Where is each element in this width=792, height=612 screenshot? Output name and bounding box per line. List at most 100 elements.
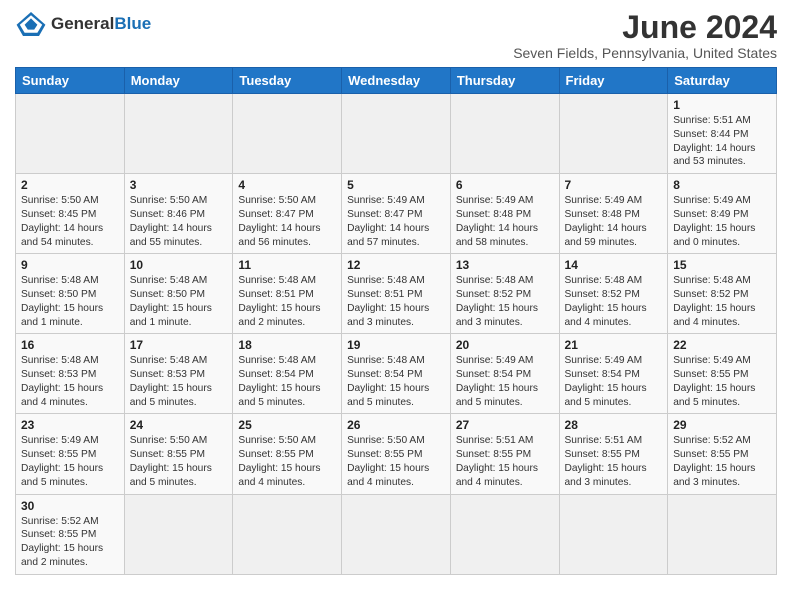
day-number: 29 <box>673 418 771 432</box>
header-sunday: Sunday <box>16 68 125 94</box>
day-info: Sunrise: 5:50 AM Sunset: 8:45 PM Dayligh… <box>21 194 119 249</box>
day-info: Sunrise: 5:48 AM Sunset: 8:50 PM Dayligh… <box>21 274 119 329</box>
location-subtitle: Seven Fields, Pennsylvania, United State… <box>513 45 777 61</box>
calendar-table: SundayMondayTuesdayWednesdayThursdayFrid… <box>15 67 777 574</box>
calendar-week-row: 16Sunrise: 5:48 AM Sunset: 8:53 PM Dayli… <box>16 334 777 414</box>
header-thursday: Thursday <box>450 68 559 94</box>
calendar-cell <box>124 494 233 574</box>
day-info: Sunrise: 5:48 AM Sunset: 8:52 PM Dayligh… <box>565 274 663 329</box>
day-number: 6 <box>456 178 554 192</box>
calendar-cell <box>16 94 125 174</box>
calendar-cell: 14 Sunrise: 5:48 AM Sunset: 8:52 PM Dayli… <box>559 254 668 334</box>
calendar-cell: 21 Sunrise: 5:49 AM Sunset: 8:54 PM Dayli… <box>559 334 668 414</box>
day-number: 10 <box>130 258 228 272</box>
day-info: Sunrise: 5:50 AM Sunset: 8:46 PM Dayligh… <box>130 194 228 249</box>
day-info: Sunrise: 5:49 AM Sunset: 8:55 PM Dayligh… <box>21 434 119 489</box>
day-number: 22 <box>673 338 771 352</box>
calendar-cell: 1 Sunrise: 5:51 AM Sunset: 8:44 PM Daylig… <box>668 94 777 174</box>
calendar-cell: 19Sunrise: 5:48 AM Sunset: 8:54 PM Dayli… <box>342 334 451 414</box>
day-info: Sunrise: 5:48 AM Sunset: 8:54 PM Dayligh… <box>347 354 445 409</box>
day-number: 11 <box>238 258 336 272</box>
calendar-cell: 10 Sunrise: 5:48 AM Sunset: 8:50 PM Dayli… <box>124 254 233 334</box>
calendar-cell: 23 Sunrise: 5:49 AM Sunset: 8:55 PM Dayli… <box>16 414 125 494</box>
calendar-week-row: 30Sunrise: 5:52 AM Sunset: 8:55 PM Dayli… <box>16 494 777 574</box>
calendar-cell: 12 Sunrise: 5:48 AM Sunset: 8:51 PM Dayli… <box>342 254 451 334</box>
day-number: 7 <box>565 178 663 192</box>
logo: GeneralBlue <box>15 10 151 38</box>
day-number: 18 <box>238 338 336 352</box>
day-info: Sunrise: 5:49 AM Sunset: 8:54 PM Dayligh… <box>565 354 663 409</box>
header-saturday: Saturday <box>668 68 777 94</box>
day-info: Sunrise: 5:49 AM Sunset: 8:49 PM Dayligh… <box>673 194 771 249</box>
calendar-cell <box>124 94 233 174</box>
month-year-title: June 2024 <box>513 10 777 45</box>
day-info: Sunrise: 5:52 AM Sunset: 8:55 PM Dayligh… <box>673 434 771 489</box>
calendar-cell: 6Sunrise: 5:49 AM Sunset: 8:48 PM Daylig… <box>450 174 559 254</box>
day-number: 9 <box>21 258 119 272</box>
day-info: Sunrise: 5:48 AM Sunset: 8:50 PM Dayligh… <box>130 274 228 329</box>
day-number: 21 <box>565 338 663 352</box>
day-number: 23 <box>21 418 119 432</box>
calendar-cell: 15Sunrise: 5:48 AM Sunset: 8:52 PM Dayli… <box>668 254 777 334</box>
day-number: 24 <box>130 418 228 432</box>
calendar-cell <box>559 494 668 574</box>
calendar-cell: 9 Sunrise: 5:48 AM Sunset: 8:50 PM Daylig… <box>16 254 125 334</box>
day-info: Sunrise: 5:51 AM Sunset: 8:44 PM Dayligh… <box>673 114 771 169</box>
calendar-cell <box>668 494 777 574</box>
calendar-cell: 18 Sunrise: 5:48 AM Sunset: 8:54 PM Dayli… <box>233 334 342 414</box>
calendar-cell: 20Sunrise: 5:49 AM Sunset: 8:54 PM Dayli… <box>450 334 559 414</box>
day-number: 17 <box>130 338 228 352</box>
calendar-cell: 7 Sunrise: 5:49 AM Sunset: 8:48 PM Daylig… <box>559 174 668 254</box>
calendar-cell: 13Sunrise: 5:48 AM Sunset: 8:52 PM Dayli… <box>450 254 559 334</box>
calendar-cell: 5Sunrise: 5:49 AM Sunset: 8:47 PM Daylig… <box>342 174 451 254</box>
calendar-cell: 3 Sunrise: 5:50 AM Sunset: 8:46 PM Daylig… <box>124 174 233 254</box>
calendar-cell: 25Sunrise: 5:50 AM Sunset: 8:55 PM Dayli… <box>233 414 342 494</box>
day-info: Sunrise: 5:48 AM Sunset: 8:52 PM Dayligh… <box>456 274 554 329</box>
day-info: Sunrise: 5:49 AM Sunset: 8:48 PM Dayligh… <box>565 194 663 249</box>
calendar-week-row: 23 Sunrise: 5:49 AM Sunset: 8:55 PM Dayli… <box>16 414 777 494</box>
day-number: 4 <box>238 178 336 192</box>
title-block: June 2024 Seven Fields, Pennsylvania, Un… <box>513 10 777 61</box>
calendar-cell <box>342 94 451 174</box>
day-number: 8 <box>673 178 771 192</box>
day-number: 28 <box>565 418 663 432</box>
calendar-cell <box>233 494 342 574</box>
calendar-cell <box>233 94 342 174</box>
day-info: Sunrise: 5:48 AM Sunset: 8:52 PM Dayligh… <box>673 274 771 329</box>
calendar-cell: 26 Sunrise: 5:50 AM Sunset: 8:55 PM Dayli… <box>342 414 451 494</box>
header-wednesday: Wednesday <box>342 68 451 94</box>
day-number: 14 <box>565 258 663 272</box>
calendar-week-row: 2Sunrise: 5:50 AM Sunset: 8:45 PM Daylig… <box>16 174 777 254</box>
day-info: Sunrise: 5:50 AM Sunset: 8:55 PM Dayligh… <box>347 434 445 489</box>
calendar-cell <box>450 94 559 174</box>
day-info: Sunrise: 5:50 AM Sunset: 8:47 PM Dayligh… <box>238 194 336 249</box>
calendar-cell: 28 Sunrise: 5:51 AM Sunset: 8:55 PM Dayli… <box>559 414 668 494</box>
header-monday: Monday <box>124 68 233 94</box>
calendar-cell: 8 Sunrise: 5:49 AM Sunset: 8:49 PM Daylig… <box>668 174 777 254</box>
calendar-cell <box>559 94 668 174</box>
day-number: 26 <box>347 418 445 432</box>
day-info: Sunrise: 5:51 AM Sunset: 8:55 PM Dayligh… <box>456 434 554 489</box>
header-tuesday: Tuesday <box>233 68 342 94</box>
calendar-week-row: 1 Sunrise: 5:51 AM Sunset: 8:44 PM Daylig… <box>16 94 777 174</box>
day-number: 25 <box>238 418 336 432</box>
day-info: Sunrise: 5:51 AM Sunset: 8:55 PM Dayligh… <box>565 434 663 489</box>
calendar-cell: 30Sunrise: 5:52 AM Sunset: 8:55 PM Dayli… <box>16 494 125 574</box>
generalblue-logo-icon <box>15 10 47 38</box>
header-friday: Friday <box>559 68 668 94</box>
day-info: Sunrise: 5:48 AM Sunset: 8:54 PM Dayligh… <box>238 354 336 409</box>
day-number: 27 <box>456 418 554 432</box>
calendar-cell: 11Sunrise: 5:48 AM Sunset: 8:51 PM Dayli… <box>233 254 342 334</box>
calendar-cell: 17 Sunrise: 5:48 AM Sunset: 8:53 PM Dayli… <box>124 334 233 414</box>
day-number: 12 <box>347 258 445 272</box>
day-number: 20 <box>456 338 554 352</box>
day-number: 3 <box>130 178 228 192</box>
calendar-cell <box>450 494 559 574</box>
day-info: Sunrise: 5:50 AM Sunset: 8:55 PM Dayligh… <box>130 434 228 489</box>
calendar-cell: 2Sunrise: 5:50 AM Sunset: 8:45 PM Daylig… <box>16 174 125 254</box>
day-info: Sunrise: 5:48 AM Sunset: 8:51 PM Dayligh… <box>347 274 445 329</box>
day-number: 1 <box>673 98 771 112</box>
calendar-cell: 4 Sunrise: 5:50 AM Sunset: 8:47 PM Daylig… <box>233 174 342 254</box>
day-info: Sunrise: 5:48 AM Sunset: 8:53 PM Dayligh… <box>130 354 228 409</box>
calendar-cell: 27 Sunrise: 5:51 AM Sunset: 8:55 PM Dayli… <box>450 414 559 494</box>
